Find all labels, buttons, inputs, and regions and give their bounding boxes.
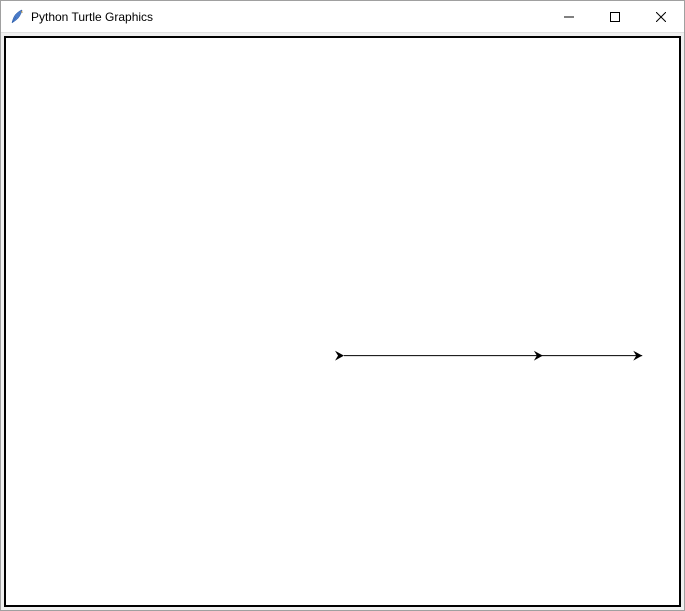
- window-controls: [546, 1, 684, 32]
- window-title: Python Turtle Graphics: [31, 10, 546, 24]
- application-window: Python Turtle Graphics: [0, 0, 685, 611]
- canvas-container: [1, 33, 684, 610]
- tkinter-feather-icon: [9, 9, 25, 25]
- turtle-canvas: [4, 36, 681, 607]
- minimize-button[interactable]: [546, 1, 592, 32]
- turtle-cursor: [335, 351, 344, 361]
- titlebar: Python Turtle Graphics: [1, 1, 684, 33]
- close-button[interactable]: [638, 1, 684, 32]
- maximize-button[interactable]: [592, 1, 638, 32]
- turtle-drawing-surface: [6, 38, 679, 605]
